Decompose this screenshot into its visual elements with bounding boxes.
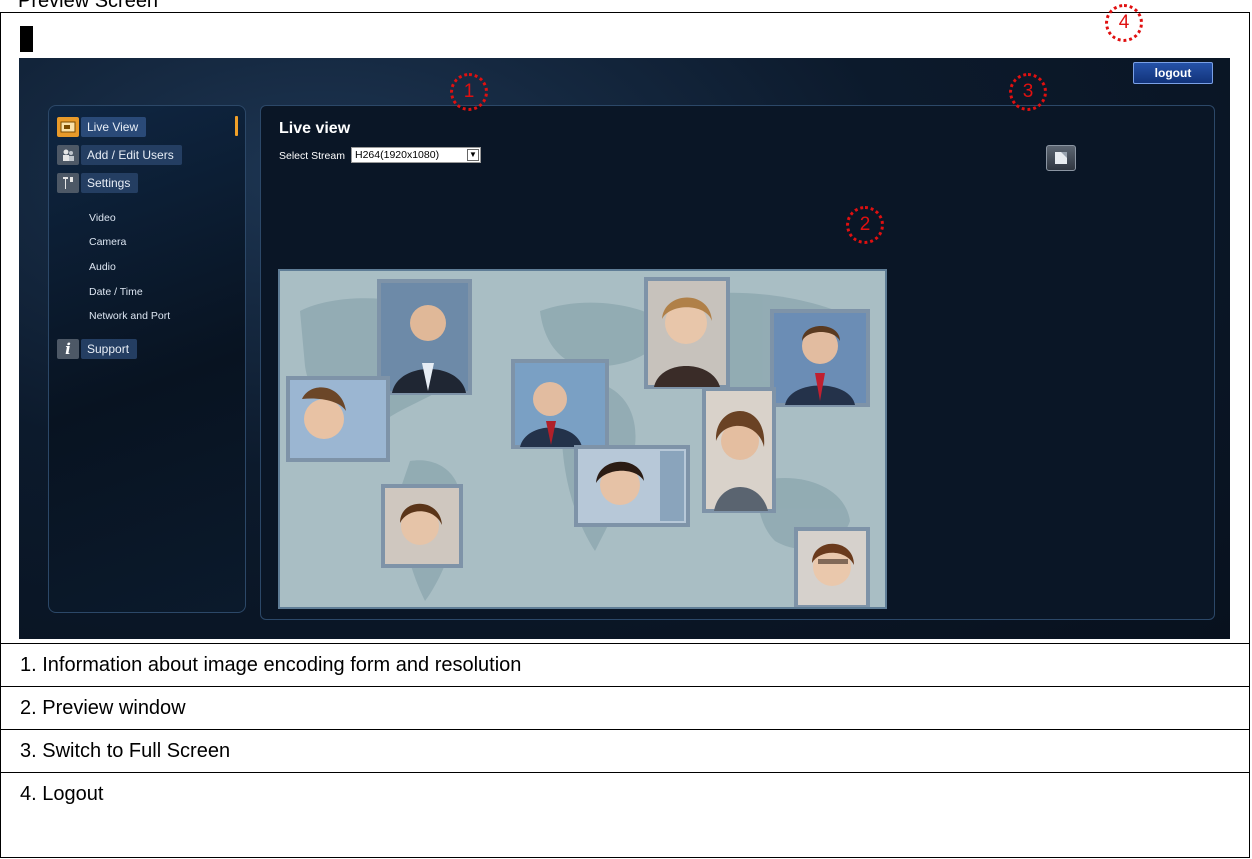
settings-icon bbox=[57, 173, 79, 193]
callout-3: 3 bbox=[1009, 73, 1047, 111]
sidebar-item-add-edit-users[interactable]: Add / Edit Users bbox=[57, 144, 182, 166]
stream-select-label: Select Stream bbox=[279, 150, 345, 162]
fullscreen-icon bbox=[1055, 152, 1067, 164]
callout-2: 2 bbox=[846, 206, 884, 244]
active-indicator bbox=[235, 116, 238, 136]
sidebar-item-label: Live View bbox=[81, 117, 147, 137]
logout-button[interactable]: logout bbox=[1133, 62, 1213, 84]
sidebar-item-label: Support bbox=[81, 339, 138, 359]
chevron-down-icon[interactable]: ▼ bbox=[467, 149, 479, 161]
settings-subitem-date-time[interactable]: Date / Time bbox=[89, 286, 143, 298]
sidebar: Live View Add / Edit Users Settings Vide… bbox=[48, 105, 246, 613]
callout-4: 4 bbox=[1105, 4, 1143, 42]
legend-row-1: 1. Information about image encoding form… bbox=[0, 643, 1250, 686]
users-icon bbox=[57, 145, 79, 165]
settings-subitem-camera[interactable]: Camera bbox=[89, 236, 126, 248]
text-cursor-mark bbox=[20, 26, 33, 52]
web-ui-screenshot: logout Live View Add / Edit Users Settin… bbox=[19, 58, 1230, 639]
legend-row-3: 3. Switch to Full Screen bbox=[0, 729, 1250, 772]
settings-subitem-video[interactable]: Video bbox=[89, 212, 116, 224]
preview-image bbox=[280, 271, 885, 607]
settings-subitem-audio[interactable]: Audio bbox=[89, 261, 116, 273]
sidebar-item-label: Settings bbox=[81, 173, 139, 193]
preview-window bbox=[278, 269, 887, 609]
sidebar-item-settings[interactable]: Settings bbox=[57, 172, 139, 194]
main-panel: Live view Select Stream H264(1920x1080) … bbox=[260, 105, 1215, 620]
settings-subitem-network-port[interactable]: Network and Port bbox=[89, 310, 170, 322]
legend-row-2: 2. Preview window bbox=[0, 686, 1250, 729]
page-title: Live view bbox=[279, 120, 351, 137]
live-view-icon bbox=[57, 117, 79, 137]
info-icon: i bbox=[57, 339, 79, 359]
sidebar-item-support[interactable]: i Support bbox=[57, 338, 138, 360]
sidebar-item-label: Add / Edit Users bbox=[81, 145, 182, 165]
sidebar-item-live-view[interactable]: Live View bbox=[57, 116, 147, 138]
stream-select[interactable]: H264(1920x1080) ▼ bbox=[351, 147, 481, 163]
fullscreen-button[interactable] bbox=[1046, 145, 1076, 171]
callout-1: 1 bbox=[450, 73, 488, 111]
stream-select-value: H264(1920x1080) bbox=[355, 149, 440, 161]
legend-row-4: 4. Logout bbox=[0, 772, 1250, 815]
